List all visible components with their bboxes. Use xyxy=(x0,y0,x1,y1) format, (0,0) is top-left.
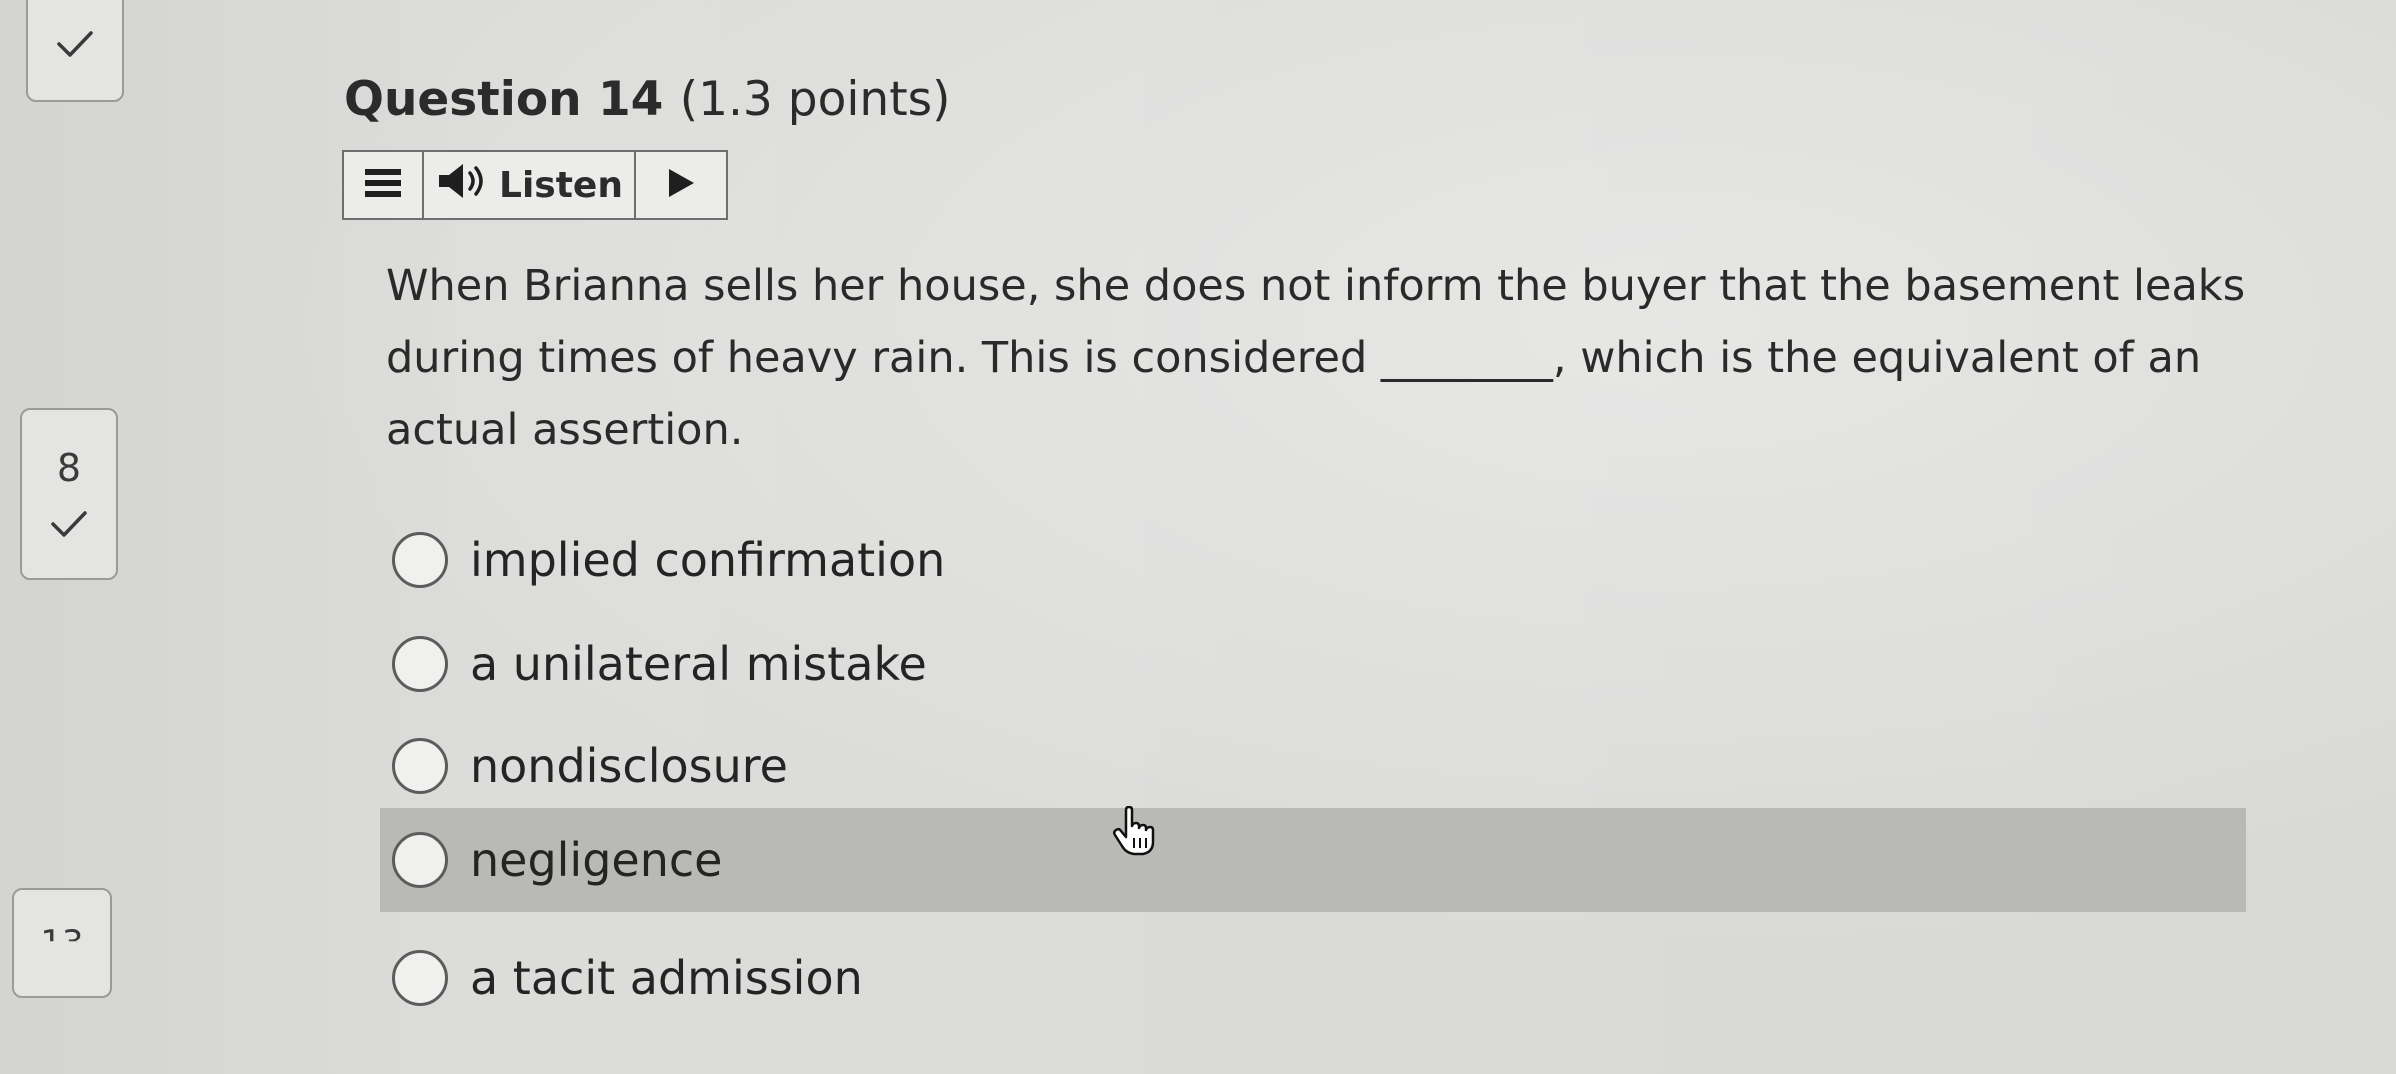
question-nav-card-13[interactable]: 13 xyxy=(12,888,112,998)
answer-option-label: a unilateral mistake xyxy=(470,637,927,691)
answer-option-label: negligence xyxy=(470,833,723,887)
radio-button[interactable] xyxy=(392,636,448,692)
check-icon xyxy=(49,509,89,539)
play-button[interactable] xyxy=(636,152,726,218)
answer-option-label: a tacit admission xyxy=(470,951,863,1005)
question-title: Question 14 (1.3 points) xyxy=(344,72,950,127)
question-nav-number: 8 xyxy=(56,446,82,490)
radio-button[interactable] xyxy=(392,832,448,888)
radio-button[interactable] xyxy=(392,532,448,588)
play-icon xyxy=(666,167,696,203)
answer-option-label: nondisclosure xyxy=(470,739,788,793)
check-icon xyxy=(55,29,95,59)
radio-button[interactable] xyxy=(392,950,448,1006)
answer-option[interactable]: implied confirmation xyxy=(380,508,2246,612)
speaker-icon xyxy=(435,162,489,209)
read-aloud-toolbar: Listen xyxy=(342,150,728,220)
answer-option-hovered[interactable]: negligence xyxy=(380,808,2246,912)
answer-option[interactable]: a tacit admission xyxy=(380,926,2246,1030)
hand-cursor-icon xyxy=(1112,805,1156,860)
question-points: (1.3 points) xyxy=(679,72,951,127)
answer-option-label: implied confirmation xyxy=(470,533,946,587)
radio-button[interactable] xyxy=(392,738,448,794)
question-nav-card-8[interactable]: 8 xyxy=(20,408,118,580)
question-nav-card-prev[interactable] xyxy=(26,0,124,102)
question-number: Question 14 xyxy=(344,72,664,127)
answer-option[interactable]: a unilateral mistake xyxy=(380,612,2246,716)
question-nav-number: 13 xyxy=(40,923,84,963)
listen-button[interactable]: Listen xyxy=(424,152,636,218)
menu-icon xyxy=(363,166,403,204)
listen-label: Listen xyxy=(499,164,623,206)
question-text: When Brianna sells her house, she does n… xyxy=(386,261,2246,455)
menu-button[interactable] xyxy=(344,152,424,218)
answer-option[interactable]: nondisclosure xyxy=(380,714,2246,818)
